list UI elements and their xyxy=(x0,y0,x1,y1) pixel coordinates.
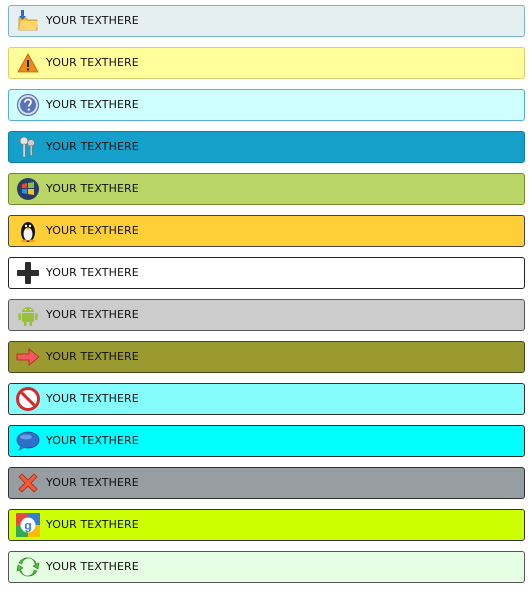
warning-icon xyxy=(16,51,40,75)
arrow-right-icon xyxy=(16,345,40,369)
bar-label: YOUR TEXTHERE xyxy=(46,476,139,489)
bar-label: YOUR TEXTHERE xyxy=(46,266,139,279)
forward-bar: YOUR TEXTHERE xyxy=(8,341,525,373)
bar-label: YOUR TEXTHERE xyxy=(46,308,139,321)
security-bar: YOUR TEXTHERE xyxy=(8,131,525,163)
keys-icon xyxy=(16,135,40,159)
refresh-icon xyxy=(16,555,40,579)
bar-label: YOUR TEXTHERE xyxy=(46,224,139,237)
google-bar: g YOUR TEXTHERE xyxy=(8,509,525,541)
google-icon: g xyxy=(16,513,40,537)
linux-bar: YOUR TEXTHERE xyxy=(8,215,525,247)
add-bar: YOUR TEXTHERE xyxy=(8,257,525,289)
chat-bar: YOUR TEXTHERE xyxy=(8,425,525,457)
svg-text:g: g xyxy=(24,519,31,533)
bar-label: YOUR TEXTHERE xyxy=(46,98,139,111)
bar-label: YOUR TEXTHERE xyxy=(46,518,139,531)
bar-label: YOUR TEXTHERE xyxy=(46,434,139,447)
warning-bar: YOUR TEXTHERE xyxy=(8,47,525,79)
bar-label: YOUR TEXTHERE xyxy=(46,350,139,363)
windows-bar: YOUR TEXTHERE xyxy=(8,173,525,205)
android-bar: YOUR TEXTHERE xyxy=(8,299,525,331)
bar-label: YOUR TEXTHERE xyxy=(46,140,139,153)
plus-icon xyxy=(16,261,40,285)
chat-bubble-icon xyxy=(16,429,40,453)
bar-label: YOUR TEXTHERE xyxy=(46,56,139,69)
no-entry-icon xyxy=(16,387,40,411)
close-x-icon xyxy=(16,471,40,495)
refresh-bar: YOUR TEXTHERE xyxy=(8,551,525,583)
help-icon xyxy=(16,93,40,117)
android-icon xyxy=(16,303,40,327)
blocked-bar: YOUR TEXTHERE xyxy=(8,383,525,415)
bar-label: YOUR TEXTHERE xyxy=(46,14,139,27)
help-bar: YOUR TEXTHERE xyxy=(8,89,525,121)
folder-download-icon xyxy=(16,9,40,33)
info-bar-download: YOUR TEXTHERE xyxy=(8,5,525,37)
windows-icon xyxy=(16,177,40,201)
bar-label: YOUR TEXTHERE xyxy=(46,560,139,573)
linux-penguin-icon xyxy=(16,219,40,243)
bar-label: YOUR TEXTHERE xyxy=(46,182,139,195)
notification-bar-list: YOUR TEXTHERE YOUR TEXTHERE YOUR TEXTHER… xyxy=(8,5,525,593)
error-bar: YOUR TEXTHERE xyxy=(8,467,525,499)
bar-label: YOUR TEXTHERE xyxy=(46,392,139,405)
